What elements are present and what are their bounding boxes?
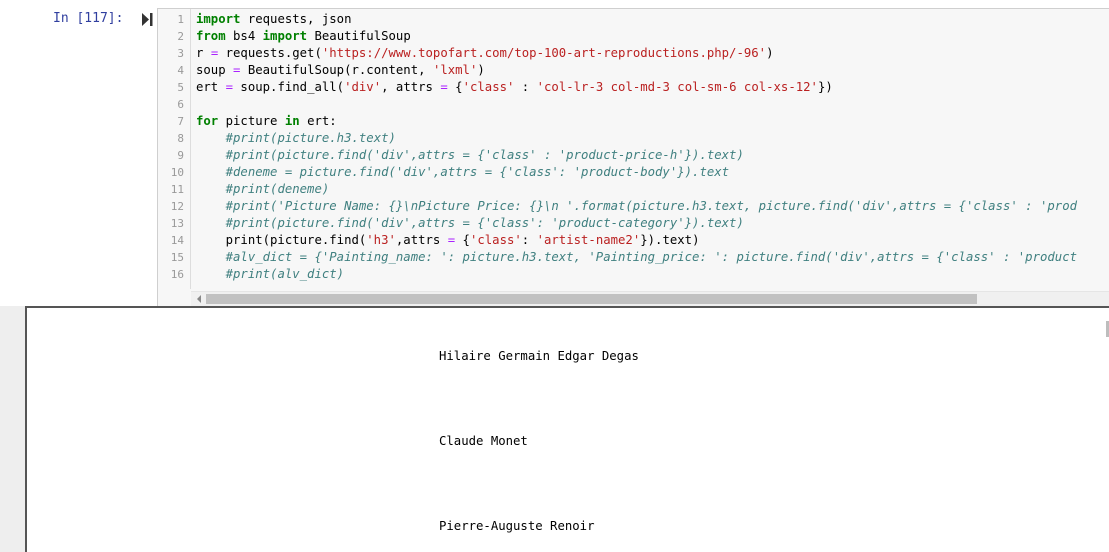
code-line: #print(alv_dict) — [225, 267, 345, 281]
code-line: r = requests.get('https://www.topofart.c… — [196, 46, 774, 60]
code-line: from bs4 import BeautifulSoup — [196, 29, 411, 43]
line-number: 3 — [177, 47, 184, 60]
code-line: #print('Picture Name: {}\nPicture Price:… — [225, 199, 1078, 213]
code-line: #print(deneme) — [225, 182, 330, 196]
line-number: 2 — [177, 30, 184, 43]
horizontal-scrollbar[interactable] — [191, 291, 1109, 306]
line-number: 7 — [177, 115, 184, 128]
code-line: print(picture.find('h3',attrs = {'class'… — [196, 233, 700, 247]
output-line: Hilaire Germain Edgar Degas — [439, 349, 639, 363]
code-line: soup = BeautifulSoup(r.content, 'lxml') — [196, 63, 485, 77]
code-line: #print(picture.h3.text) — [225, 131, 396, 145]
scroll-left-arrow-icon[interactable] — [197, 295, 201, 303]
cell-prompt: In [117]: — [53, 11, 124, 26]
line-number: 6 — [177, 98, 184, 111]
line-number-gutter: 1 2 3 4 5 6 7 8 9 10 11 12 13 14 15 16 — [158, 9, 191, 289]
line-number: 8 — [177, 132, 184, 145]
run-cell-icon[interactable] — [141, 12, 153, 26]
line-number: 11 — [170, 183, 184, 196]
code-cell[interactable]: In [117]: 1 2 3 4 5 6 7 8 9 10 11 12 13 14 15 16 import… — [0, 0, 1109, 307]
output-line: Claude Monet — [439, 434, 528, 448]
line-number: 15 — [170, 251, 184, 264]
line-number: 16 — [170, 268, 184, 281]
line-number: 10 — [170, 166, 184, 179]
code-line: #deneme = picture.find('div',attrs = {'c… — [225, 165, 730, 179]
code-line: #print(picture.find('div',attrs = {'clas… — [225, 216, 744, 230]
code-line: ert = soup.find_all('div', attrs = {'cla… — [196, 80, 833, 94]
code-line: for picture in ert: — [196, 114, 337, 128]
code-line: import requests, json — [196, 12, 352, 26]
line-number: 12 — [170, 200, 184, 213]
code-line: #print(picture.find('div',attrs = {'clas… — [225, 148, 744, 162]
output-line: Pierre-Auguste Renoir — [439, 519, 595, 533]
line-number: 9 — [177, 149, 184, 162]
line-number: 1 — [177, 13, 184, 26]
line-number: 13 — [170, 217, 184, 230]
code-line: #alv_dict = {'Painting_name: ': picture.… — [225, 250, 1078, 264]
line-number: 14 — [170, 234, 184, 247]
cell-output: Hilaire Germain Edgar Degas Claude Monet… — [25, 306, 1109, 552]
code-text[interactable]: import requests, json from bs4 import Bea… — [196, 11, 1077, 283]
line-number: 5 — [177, 81, 184, 94]
scrollbar-thumb[interactable] — [206, 294, 977, 304]
line-number: 4 — [177, 64, 184, 77]
code-editor[interactable]: 1 2 3 4 5 6 7 8 9 10 11 12 13 14 15 16 import requests,… — [157, 8, 1109, 307]
